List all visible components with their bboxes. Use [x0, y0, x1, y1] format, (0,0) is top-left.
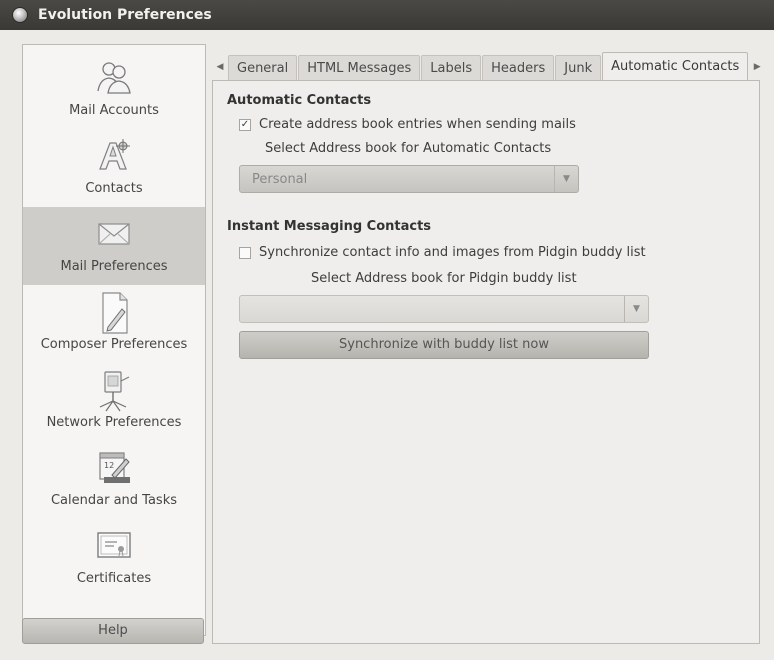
instant-messaging-heading: Instant Messaging Contacts — [227, 219, 432, 234]
envelope-icon — [23, 213, 205, 253]
chevron-down-icon: ▼ — [624, 296, 648, 322]
network-icon — [23, 369, 205, 412]
sidebar-item-label: Calendar and Tasks — [50, 493, 177, 508]
select-pidgin-address-book-label: Select Address book for Pidgin buddy lis… — [311, 271, 577, 286]
certificate-icon — [23, 525, 205, 565]
sidebar-item-label: Certificates — [76, 571, 152, 586]
tab-scroll-right-icon[interactable]: ▶ — [749, 53, 765, 81]
contacts-icon — [23, 135, 205, 175]
tab-headers[interactable]: Headers — [482, 55, 555, 81]
tab-bar: ◀ General HTML Messages Labels Headers J… — [212, 51, 772, 81]
automatic-contacts-address-book-select[interactable]: Personal ▼ — [239, 165, 579, 193]
tab-junk[interactable]: Junk — [555, 55, 602, 81]
sidebar-item-calendar-and-tasks[interactable]: 12 Calendar and Tasks — [23, 441, 205, 519]
automatic-contacts-heading: Automatic Contacts — [227, 93, 372, 108]
tab-automatic-contacts[interactable]: Automatic Contacts — [602, 52, 749, 81]
sidebar-item-label: Mail Accounts — [69, 103, 159, 118]
chevron-down-icon: ▼ — [554, 166, 578, 192]
tab-scroll-left-icon[interactable]: ◀ — [212, 53, 228, 81]
help-button[interactable]: Help — [22, 618, 204, 644]
synchronize-buddy-list-button[interactable]: Synchronize with buddy list now — [239, 331, 649, 359]
sync-pidgin-checkbox[interactable] — [239, 246, 251, 259]
sidebar-item-label: Contacts — [85, 181, 143, 196]
pidgin-address-book-select[interactable]: ▼ — [239, 295, 649, 323]
preferences-window: Mail Accounts Contacts Mail Preferences … — [0, 30, 774, 660]
calendar-icon: 12 — [23, 447, 205, 487]
tab-html-messages[interactable]: HTML Messages — [298, 55, 421, 81]
sidebar-item-mail-accounts[interactable]: Mail Accounts — [23, 51, 205, 129]
sidebar-item-certificates[interactable]: Certificates — [23, 519, 205, 597]
window-title: Evolution Preferences — [38, 7, 212, 23]
create-entries-checkbox-row[interactable]: ✓ Create address book entries when sendi… — [239, 117, 576, 132]
sidebar-item-label: Mail Preferences — [60, 259, 168, 274]
svg-text:12: 12 — [104, 461, 114, 470]
sidebar-item-network-preferences[interactable]: Network Preferences — [23, 363, 205, 441]
create-entries-label: Create address book entries when sending… — [259, 117, 576, 132]
accounts-icon — [23, 57, 205, 97]
sidebar-item-label: Composer Preferences — [40, 337, 188, 352]
sidebar: Mail Accounts Contacts Mail Preferences … — [22, 44, 206, 636]
automatic-contacts-panel: Automatic Contacts ✓ Create address book… — [212, 80, 760, 644]
tab-general[interactable]: General — [228, 55, 298, 81]
title-bar: Evolution Preferences — [0, 0, 774, 30]
sidebar-item-mail-preferences[interactable]: Mail Preferences — [23, 207, 205, 285]
sidebar-item-contacts[interactable]: Contacts — [23, 129, 205, 207]
evolution-app-icon — [12, 7, 28, 23]
sync-pidgin-checkbox-row[interactable]: Synchronize contact info and images from… — [239, 245, 646, 260]
create-entries-checkbox[interactable]: ✓ — [239, 118, 251, 131]
composer-icon — [23, 291, 205, 334]
select-address-book-label: Select Address book for Automatic Contac… — [265, 141, 552, 156]
sync-pidgin-label: Synchronize contact info and images from… — [259, 245, 646, 260]
sidebar-item-composer-preferences[interactable]: Composer Preferences — [23, 285, 205, 363]
address-book-value: Personal — [252, 171, 308, 187]
sidebar-item-label: Network Preferences — [46, 415, 182, 430]
tab-labels[interactable]: Labels — [421, 55, 482, 81]
